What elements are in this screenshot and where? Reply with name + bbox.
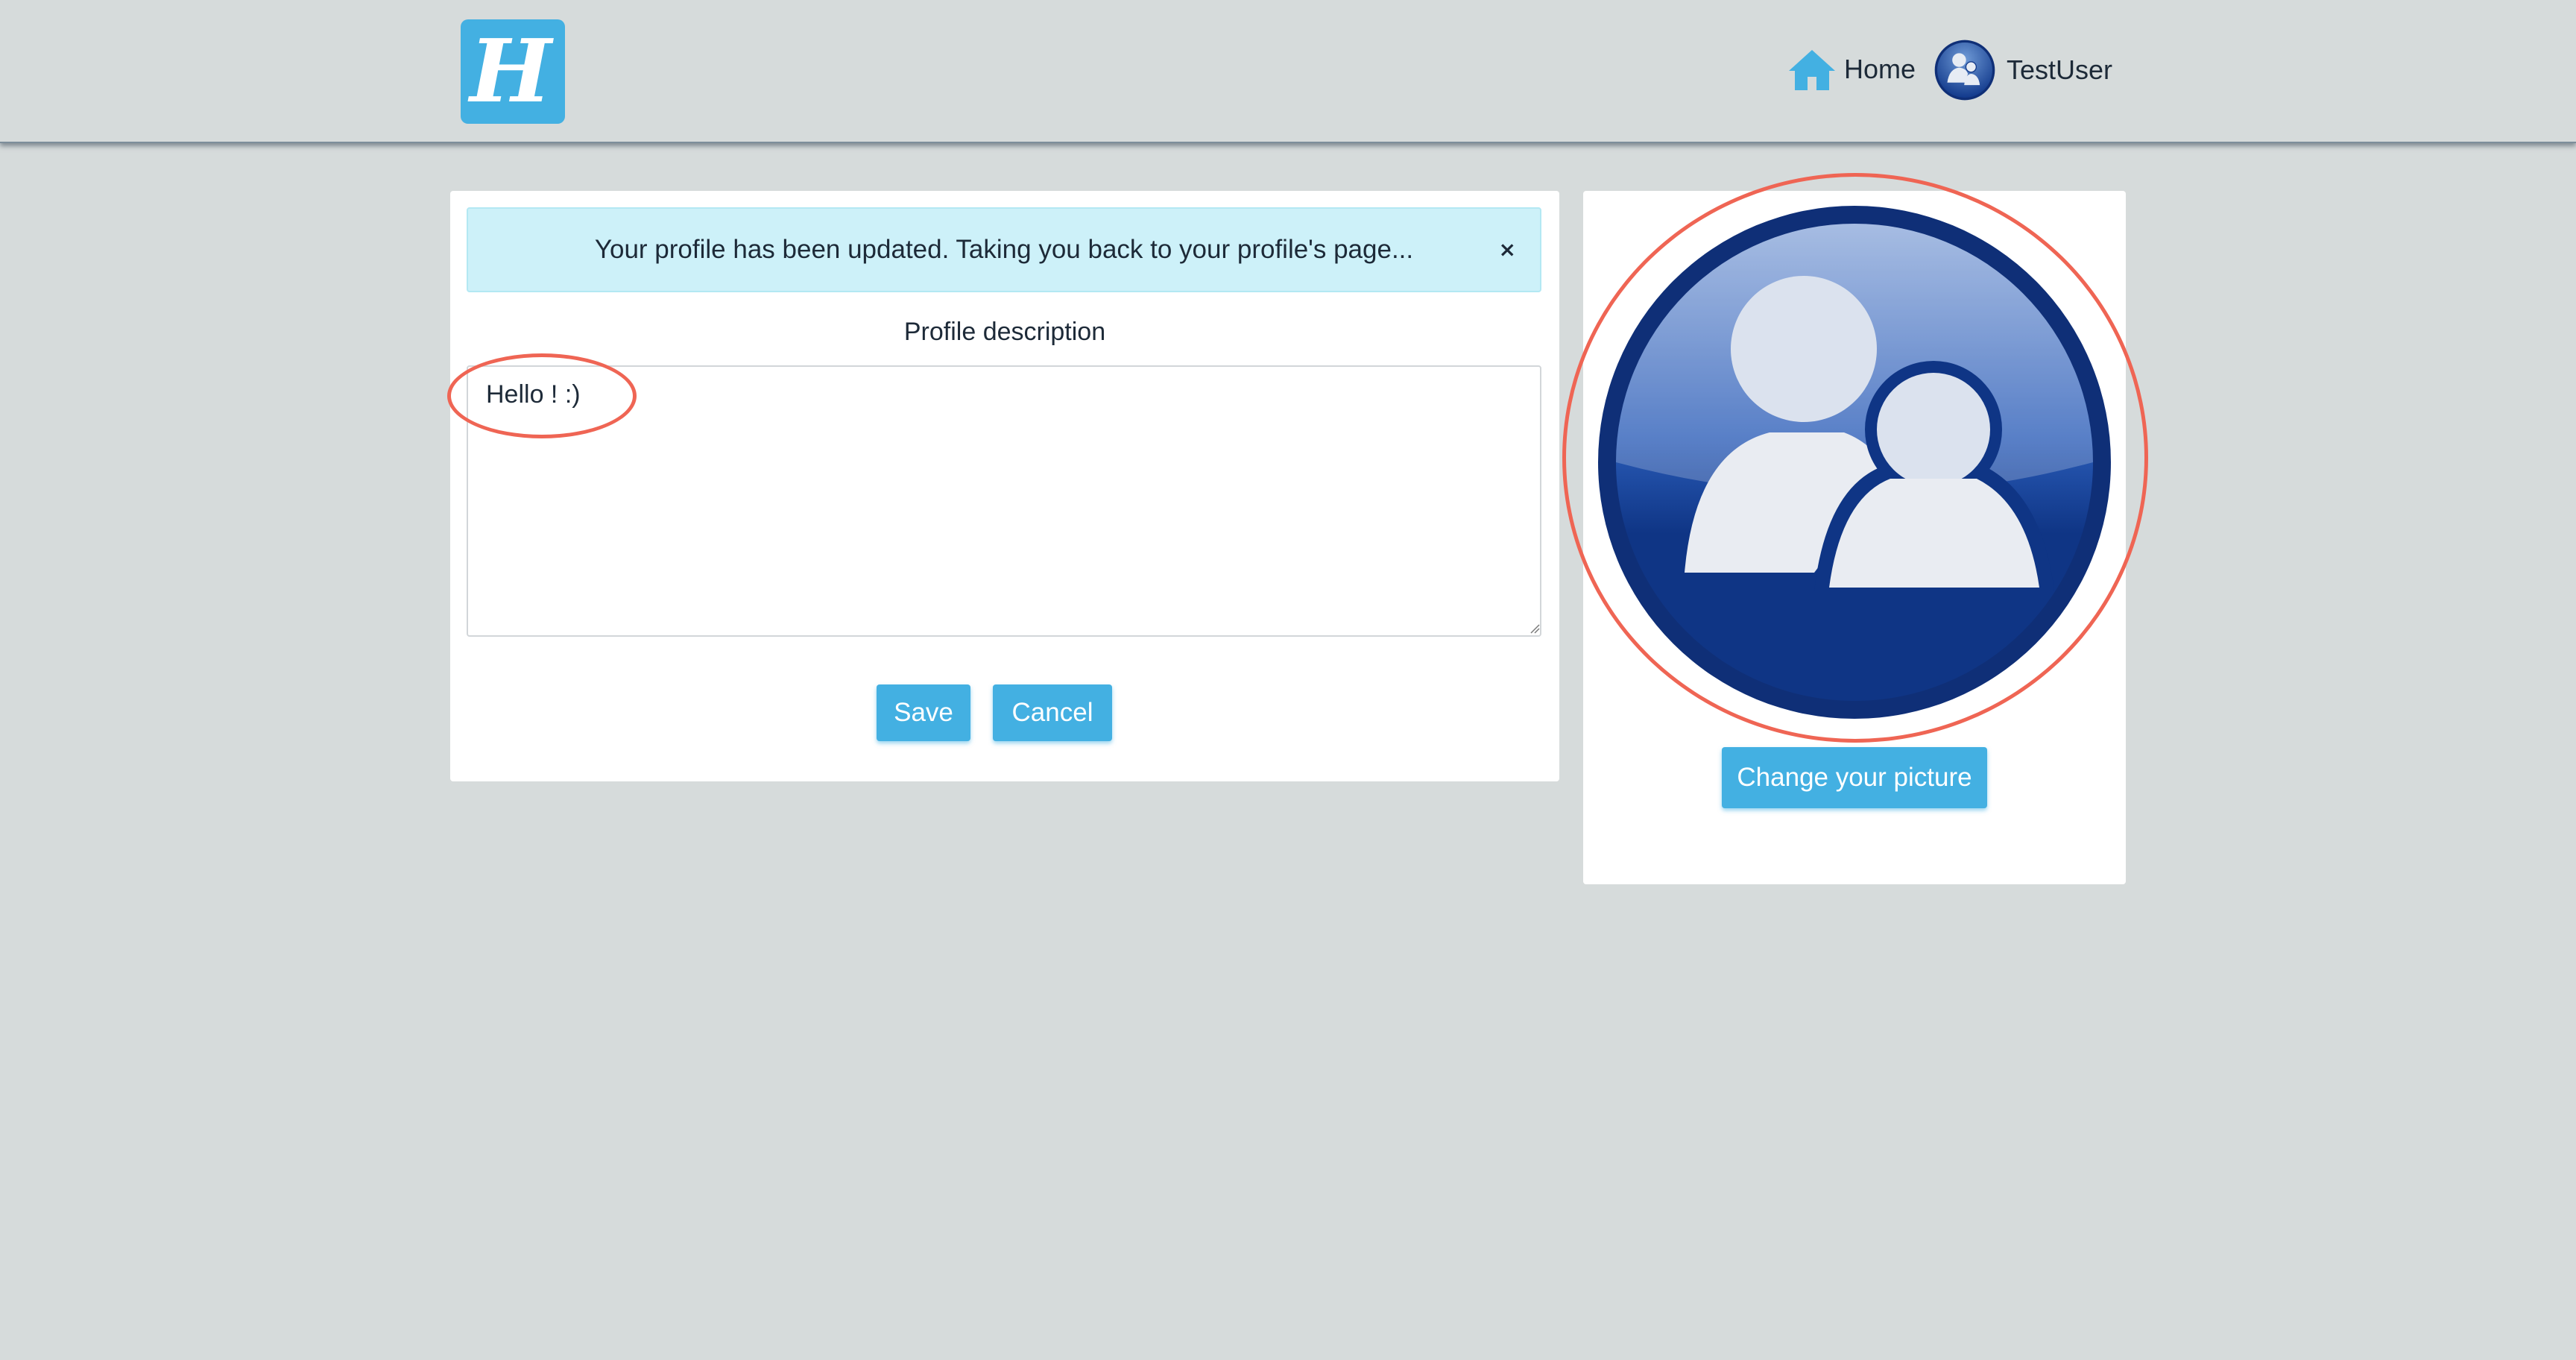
site-logo[interactable]: H bbox=[461, 19, 565, 124]
nav-home-label: Home bbox=[1844, 54, 1916, 84]
profile-edit-panel: Your profile has been updated. Taking yo… bbox=[450, 191, 1559, 781]
user-avatar-icon bbox=[1934, 40, 1995, 101]
profile-description-label: Profile description bbox=[903, 318, 1106, 346]
alert-message: Your profile has been updated. Taking yo… bbox=[594, 235, 1414, 264]
save-button[interactable]: Save bbox=[877, 684, 970, 741]
resize-handle-icon[interactable] bbox=[1530, 623, 1540, 634]
annotation-circle-picture bbox=[1562, 173, 2148, 743]
annotation-circle-description bbox=[447, 353, 637, 438]
top-navbar: H Home TestUser bbox=[0, 0, 2576, 143]
nav-user-menu[interactable]: TestUser bbox=[1933, 39, 2112, 101]
logo-letter: H bbox=[470, 21, 552, 122]
close-icon[interactable]: × bbox=[1499, 237, 1516, 262]
change-picture-button[interactable]: Change your picture bbox=[1722, 747, 1987, 808]
cancel-button[interactable]: Cancel bbox=[993, 684, 1112, 741]
success-alert: Your profile has been updated. Taking yo… bbox=[467, 207, 1541, 292]
nav-user-label: TestUser bbox=[2007, 54, 2113, 85]
nav-home-link[interactable]: Home bbox=[1787, 43, 1916, 95]
home-icon bbox=[1789, 50, 1835, 90]
